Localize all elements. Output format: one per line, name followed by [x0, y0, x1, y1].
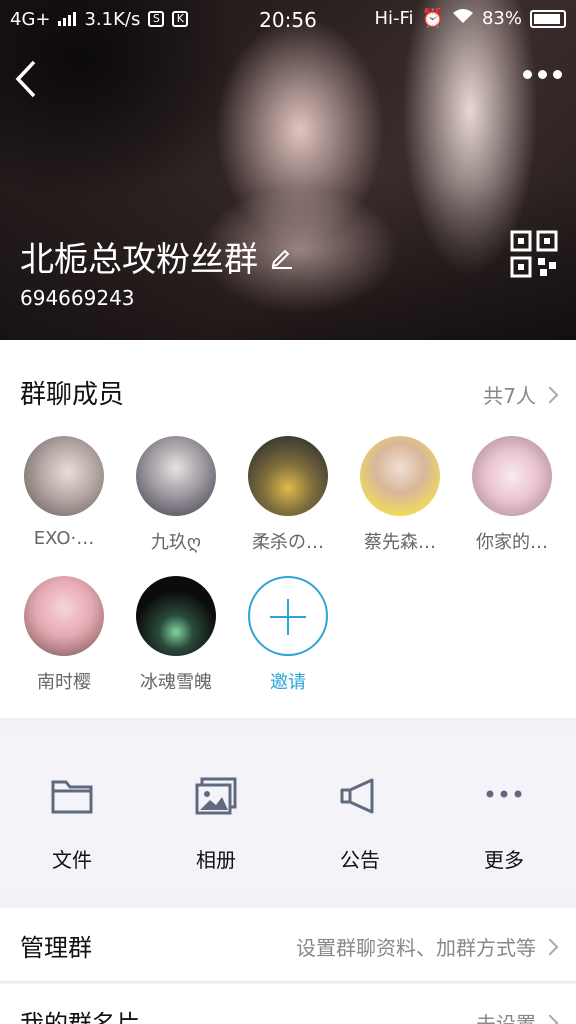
- more-label: 更多: [484, 848, 524, 872]
- album-button[interactable]: 相册: [144, 736, 288, 890]
- member-name: 南时樱: [37, 672, 91, 693]
- member-name: EXO·…: [33, 528, 95, 549]
- member-item[interactable]: 南时樱: [14, 576, 114, 694]
- member-name: 冰魂雪魄: [140, 672, 212, 693]
- manage-group-title: 管理群: [20, 934, 92, 962]
- member-item[interactable]: 冰魂雪魄: [126, 576, 226, 694]
- my-group-card-title: 我的群名片: [20, 1010, 140, 1024]
- back-arrow-icon: [15, 60, 36, 98]
- members-title: 群聊成员: [20, 380, 125, 410]
- battery-icon: [530, 9, 566, 28]
- avatar: [24, 576, 104, 656]
- plus-icon: [248, 576, 328, 656]
- member-item[interactable]: 你家的…: [462, 436, 562, 554]
- more-options-button[interactable]: [523, 70, 562, 79]
- announcement-label: 公告: [340, 848, 380, 872]
- manage-group-value: 设置群聊资料、加群方式等: [296, 936, 536, 960]
- avatar: [136, 436, 216, 516]
- qr-code-icon[interactable]: [510, 230, 558, 278]
- dot-icon: [523, 70, 532, 79]
- group-name: 北栀总攻粉丝群: [20, 240, 258, 280]
- dot-icon: [553, 70, 562, 79]
- member-name: 蔡先森…: [364, 532, 436, 553]
- edit-name-icon[interactable]: [270, 245, 294, 269]
- invite-label: 邀请: [270, 672, 306, 693]
- folder-icon: [51, 780, 93, 814]
- member-item[interactable]: 柔杀の…: [238, 436, 338, 554]
- my-group-card-row[interactable]: 我的群名片 未设置: [0, 984, 576, 1024]
- member-item[interactable]: 蔡先森…: [350, 436, 450, 554]
- members-count-link[interactable]: 共7人: [483, 380, 559, 409]
- album-icon: [195, 777, 237, 815]
- members-section: 群聊成员 共7人 EXO·… 九玖ღ 柔杀の… 蔡先森… 你家的… 南时樱 冰魂…: [0, 340, 576, 718]
- member-item[interactable]: 九玖ღ: [126, 436, 226, 554]
- announcement-button[interactable]: 公告: [288, 736, 432, 890]
- chevron-right-icon: [541, 1014, 559, 1024]
- my-group-card-value: 未设置: [476, 1012, 536, 1024]
- avatar: [24, 436, 104, 516]
- avatar: [360, 436, 440, 516]
- avatar: [136, 576, 216, 656]
- member-name: 柔杀の…: [252, 532, 324, 553]
- group-cover-photo: 4G+ 3.1K/s S K 20:56 Hi-Fi ⏰ 83% 北栀总攻粉丝群…: [0, 0, 576, 340]
- member-item[interactable]: EXO·…: [14, 436, 114, 549]
- megaphone-icon: [340, 778, 374, 814]
- member-name: 你家的…: [476, 532, 548, 553]
- quick-actions: 文件 相册 公告 更多: [0, 736, 576, 890]
- files-label: 文件: [52, 848, 92, 872]
- more-icon: [486, 790, 522, 798]
- hifi-label: Hi-Fi: [374, 8, 414, 29]
- avatar: [472, 436, 552, 516]
- invite-button[interactable]: 邀请: [238, 576, 338, 694]
- back-button[interactable]: [12, 58, 42, 100]
- status-bar: 4G+ 3.1K/s S K 20:56 Hi-Fi ⏰ 83%: [0, 0, 576, 38]
- files-button[interactable]: 文件: [0, 736, 144, 890]
- member-name: 九玖ღ: [150, 532, 202, 553]
- alarm-icon: ⏰: [421, 8, 444, 29]
- manage-group-row[interactable]: 管理群 设置群聊资料、加群方式等: [0, 908, 576, 982]
- members-count: 共7人: [483, 384, 536, 408]
- avatar: [248, 436, 328, 516]
- wifi-icon: [452, 8, 474, 29]
- chevron-right-icon: [541, 386, 559, 403]
- group-id: 694669243: [20, 286, 135, 310]
- more-button[interactable]: 更多: [432, 736, 576, 890]
- album-label: 相册: [196, 848, 236, 872]
- dot-icon: [538, 70, 547, 79]
- chevron-right-icon: [541, 938, 559, 955]
- group-name-row: 北栀总攻粉丝群: [20, 232, 294, 281]
- battery-percent: 83%: [481, 8, 522, 29]
